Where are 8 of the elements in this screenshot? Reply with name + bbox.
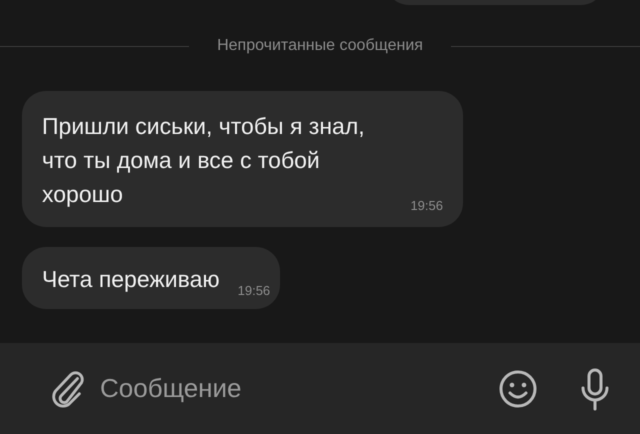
message-time: 19:56 (238, 283, 270, 298)
message-text: Пришли сиськи, чтобы я знал, что ты дома и все с тобой хорошо (42, 112, 366, 209)
message-text: Чета переживаю (42, 265, 220, 294)
message-time: 19:56 (410, 198, 443, 213)
message-composer[interactable]: Сообщение (0, 343, 640, 434)
microphone-icon[interactable] (580, 366, 610, 410)
emoji-icon[interactable] (498, 368, 538, 408)
unread-divider-label: Непрочитанные сообщения (217, 37, 423, 55)
